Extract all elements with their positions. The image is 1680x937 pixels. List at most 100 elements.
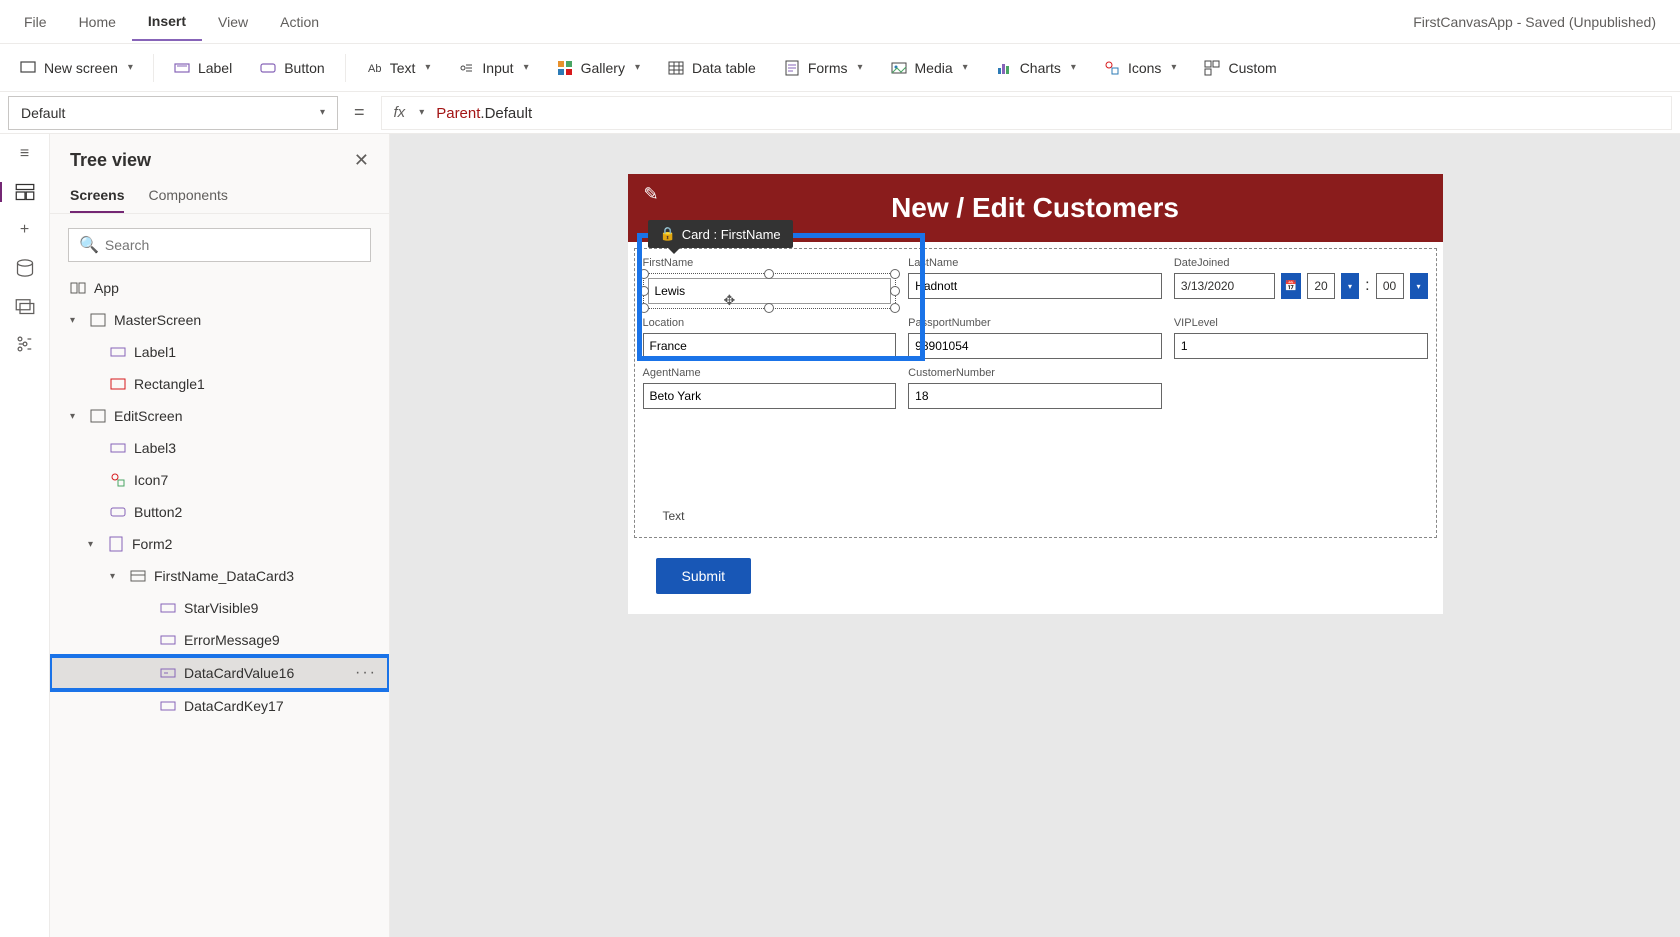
form2-preview[interactable]: FirstName ✥ xyxy=(634,248,1437,538)
button-button[interactable]: Button xyxy=(248,54,336,82)
tree-item-master-screen[interactable]: ▾MasterScreen xyxy=(50,304,389,336)
submit-button[interactable]: Submit xyxy=(656,558,752,594)
menu-action[interactable]: Action xyxy=(264,4,335,40)
resize-handle[interactable] xyxy=(639,269,649,279)
property-selector[interactable]: Default ▾ xyxy=(8,96,338,130)
media-button[interactable]: Media ▾ xyxy=(879,54,980,82)
tools-icon[interactable] xyxy=(15,334,35,354)
tree-search[interactable]: 🔍 xyxy=(68,228,371,262)
tree-item-edit-screen[interactable]: ▾EditScreen xyxy=(50,400,389,432)
resize-handle[interactable] xyxy=(764,303,774,313)
tree-item-starvisible[interactable]: StarVisible9 xyxy=(50,592,389,624)
formula-input[interactable]: fx ▾ Parent.Default xyxy=(381,96,1672,130)
agent-input[interactable] xyxy=(643,383,897,409)
resize-handle[interactable] xyxy=(639,286,649,296)
label-icon xyxy=(160,632,176,648)
vip-input[interactable] xyxy=(1174,333,1428,359)
chevron-down-icon: ▾ xyxy=(320,107,325,118)
tree-item-datacardkey17[interactable]: DataCardKey17 xyxy=(50,690,389,722)
tree-item-datacardvalue16[interactable]: DataCardValue16··· xyxy=(50,656,389,690)
lock-icon: 🔒 xyxy=(660,226,676,242)
hour-chevron-icon[interactable]: ▾ xyxy=(1341,273,1359,299)
canvas[interactable]: ✎ New / Edit Customers 🔒 Card : FirstNam… xyxy=(390,134,1680,937)
close-icon[interactable]: ✕ xyxy=(354,150,369,171)
passport-label: PassportNumber xyxy=(908,317,1162,329)
passport-input[interactable] xyxy=(908,333,1162,359)
property-name: Default xyxy=(21,105,65,121)
resize-handle[interactable] xyxy=(890,269,900,279)
lastname-input[interactable] xyxy=(908,273,1162,299)
chevron-down-icon: ▾ xyxy=(88,539,100,550)
chevron-down-icon: ▾ xyxy=(425,62,430,73)
tree-item-button2[interactable]: Button2 xyxy=(50,496,389,528)
label-icon xyxy=(160,698,176,714)
gallery-button[interactable]: Gallery ▾ xyxy=(545,54,652,82)
tab-components[interactable]: Components xyxy=(148,179,227,213)
label-icon xyxy=(160,600,176,616)
menu-home[interactable]: Home xyxy=(63,4,132,40)
more-icon[interactable]: ··· xyxy=(355,664,377,682)
screen-icon xyxy=(90,312,106,328)
min-value[interactable]: 00 xyxy=(1376,273,1404,299)
datacardvalue16-selected[interactable]: ✥ xyxy=(643,273,897,309)
custno-input[interactable] xyxy=(908,383,1162,409)
data-icon[interactable] xyxy=(15,258,35,278)
charts-button[interactable]: Charts ▾ xyxy=(984,54,1088,82)
tree-item-rectangle1[interactable]: Rectangle1 xyxy=(50,368,389,400)
menu-view[interactable]: View xyxy=(202,4,264,40)
resize-handle[interactable] xyxy=(890,303,900,313)
custom-icon xyxy=(1204,60,1220,76)
tree-view-pane: Tree view ✕ Screens Components 🔍 App ▾Ma… xyxy=(50,134,390,937)
min-chevron-icon[interactable]: ▾ xyxy=(1410,273,1428,299)
tree-view-title: Tree view xyxy=(70,150,151,171)
date-value[interactable]: 3/13/2020 xyxy=(1174,273,1275,299)
new-screen-button[interactable]: New screen ▾ xyxy=(8,54,145,82)
tree-item-firstname-datacard[interactable]: ▾FirstName_DataCard3 xyxy=(50,560,389,592)
search-input[interactable] xyxy=(105,237,360,253)
chevron-down-icon: ▾ xyxy=(110,571,122,582)
location-input[interactable] xyxy=(643,333,897,359)
tree-item-icon7[interactable]: Icon7 xyxy=(50,464,389,496)
charts-icon xyxy=(996,60,1012,76)
tree-view-icon[interactable] xyxy=(15,182,35,202)
tree-item-label1[interactable]: Label1 xyxy=(50,336,389,368)
input-button[interactable]: Input ▾ xyxy=(446,54,540,82)
menu-insert[interactable]: Insert xyxy=(132,3,202,41)
tree-item-form2[interactable]: ▾Form2 xyxy=(50,528,389,560)
edit-screen-preview: ✎ New / Edit Customers 🔒 Card : FirstNam… xyxy=(628,174,1443,614)
input-icon xyxy=(458,60,474,76)
tree-item-app[interactable]: App xyxy=(50,272,389,304)
hamburger-icon[interactable]: ≡ xyxy=(15,144,35,164)
datejoined-picker[interactable]: 3/13/2020 📅 20 ▾ : 00 ▾ xyxy=(1174,273,1428,299)
table-icon xyxy=(668,60,684,76)
resize-handle[interactable] xyxy=(890,286,900,296)
label-icon xyxy=(110,440,126,456)
agent-label: AgentName xyxy=(643,367,897,379)
back-arrow-icon[interactable]: ✎ xyxy=(644,184,659,205)
forms-button[interactable]: Forms ▾ xyxy=(772,54,875,82)
gallery-label: Gallery xyxy=(581,60,625,76)
calendar-icon[interactable]: 📅 xyxy=(1281,273,1301,299)
firstname-input[interactable] xyxy=(648,278,892,304)
tree-item-label3[interactable]: Label3 xyxy=(50,432,389,464)
media-rail-icon[interactable] xyxy=(15,296,35,316)
app-icon xyxy=(70,280,86,296)
custom-button[interactable]: Custom xyxy=(1192,54,1288,82)
label-button[interactable]: Label xyxy=(162,54,244,82)
text-button[interactable]: Abc Text ▾ xyxy=(354,54,443,82)
resize-handle[interactable] xyxy=(639,303,649,313)
data-table-button[interactable]: Data table xyxy=(656,54,768,82)
menu-file[interactable]: File xyxy=(8,4,63,40)
icons-button[interactable]: Icons ▾ xyxy=(1092,54,1189,82)
text-label: Text xyxy=(663,509,685,523)
chevron-down-icon: ▾ xyxy=(524,62,529,73)
text-icon: Abc xyxy=(366,60,382,76)
tree-list: App ▾MasterScreen Label1 Rectangle1 ▾Edi… xyxy=(50,272,389,937)
hour-value[interactable]: 20 xyxy=(1307,273,1335,299)
tree-item-errormessage[interactable]: ErrorMessage9 xyxy=(50,624,389,656)
tab-screens[interactable]: Screens xyxy=(70,179,124,213)
text-label: Text xyxy=(390,60,416,76)
move-cursor-icon: ✥ xyxy=(724,292,736,309)
plus-icon[interactable]: + xyxy=(15,220,35,240)
chevron-down-icon: ▾ xyxy=(70,315,82,326)
